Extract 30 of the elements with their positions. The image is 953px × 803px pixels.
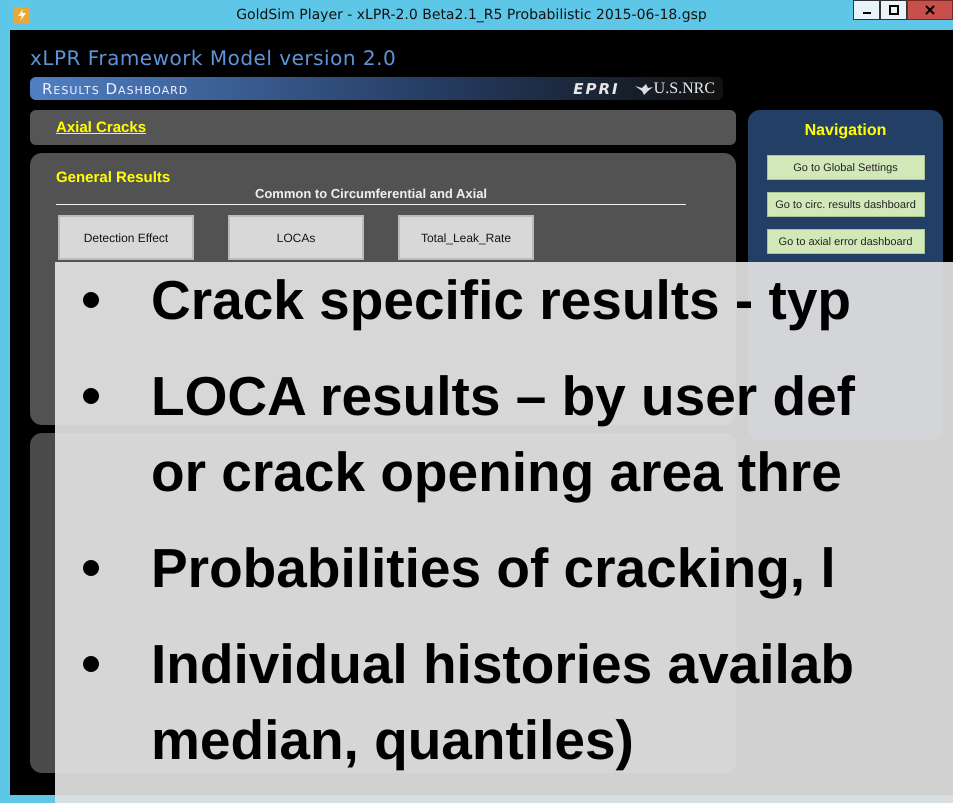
close-icon: [925, 5, 935, 15]
maximize-button[interactable]: [880, 0, 907, 20]
panel-title: General Results: [56, 169, 172, 186]
bullet-icon: [83, 656, 99, 672]
navigation-button[interactable]: Go to Global Settings: [766, 155, 924, 180]
model-title: xLPR Framework Model version 2.0: [30, 46, 398, 72]
minimize-icon: [862, 12, 870, 14]
result-button[interactable]: LOCAs: [228, 215, 364, 260]
bullet-icon: [83, 388, 99, 404]
logo-text: EPRI: [573, 80, 620, 98]
bullet-text: Probabilities of cracking, l: [151, 536, 836, 601]
navigation-button[interactable]: Go to axial error dashboard: [766, 229, 924, 254]
logo-text: U.S.NRC: [654, 80, 715, 98]
app-icon: [14, 7, 30, 23]
panel-subtitle: Common to Circumferential and Axial: [56, 186, 686, 205]
bullet-text: LOCA results – by user def or crack opening area thre: [151, 364, 855, 505]
result-button[interactable]: Detection Effect: [58, 215, 194, 260]
section-link[interactable]: Axial Cracks: [56, 119, 146, 136]
close-button[interactable]: [907, 0, 953, 20]
minimize-button[interactable]: [853, 0, 880, 20]
bullet-icon: [83, 560, 99, 576]
maximize-icon: [888, 5, 898, 15]
bullet-icon: [83, 292, 99, 308]
result-button[interactable]: Total_Leak_Rate: [398, 215, 534, 260]
bullet-text: Individual histories availab median, quantiles): [151, 632, 854, 773]
navigation-title: Navigation: [804, 122, 886, 140]
bullet-text: Crack specific results - typ: [151, 268, 852, 333]
navigation-button[interactable]: Go to circ. results dashboard: [766, 192, 924, 217]
window-title: GoldSim Player - xLPR-2.0 Beta2.1_R5 Probabilistic 2015-06-18.gsp: [235, 7, 708, 23]
banner-title: Results Dashboard: [42, 80, 188, 98]
